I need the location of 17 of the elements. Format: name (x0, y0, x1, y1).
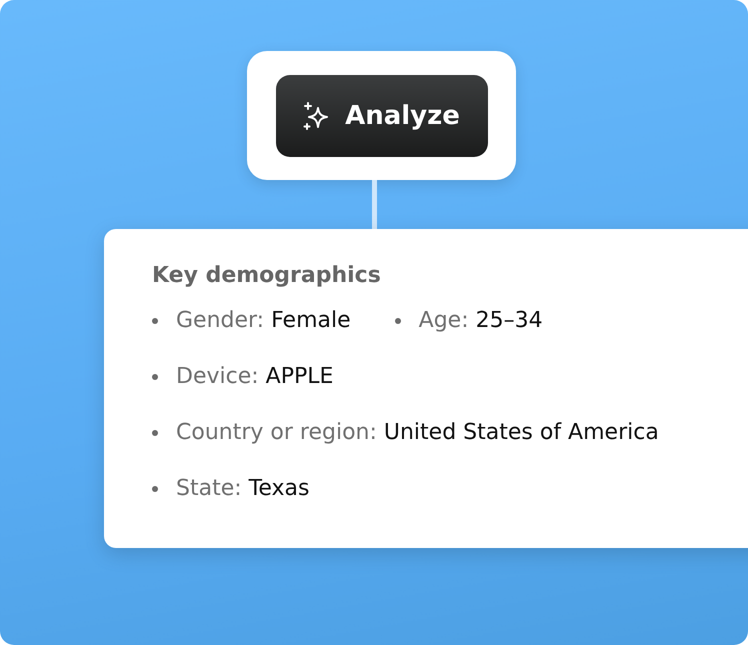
field-label: State: (176, 476, 242, 501)
field-value: Texas (248, 476, 310, 501)
bullet-icon (152, 430, 158, 436)
bullet-icon (394, 318, 401, 324)
field-label: Country or region: (176, 420, 377, 445)
field-label: Device: (176, 364, 259, 389)
bullet-icon (152, 374, 158, 380)
field-value: APPLE (266, 364, 334, 389)
field-value: 25–34 (476, 308, 543, 333)
analyze-button[interactable]: Analyze (276, 74, 488, 156)
field-label: Age: (418, 308, 469, 333)
field-value: United States of America (384, 420, 659, 445)
bullet-icon (152, 318, 158, 324)
field-value: Female (271, 308, 351, 333)
card-title: Key demographics (152, 263, 382, 288)
field-label: Gender: (176, 308, 264, 333)
bullet-icon (152, 486, 158, 492)
